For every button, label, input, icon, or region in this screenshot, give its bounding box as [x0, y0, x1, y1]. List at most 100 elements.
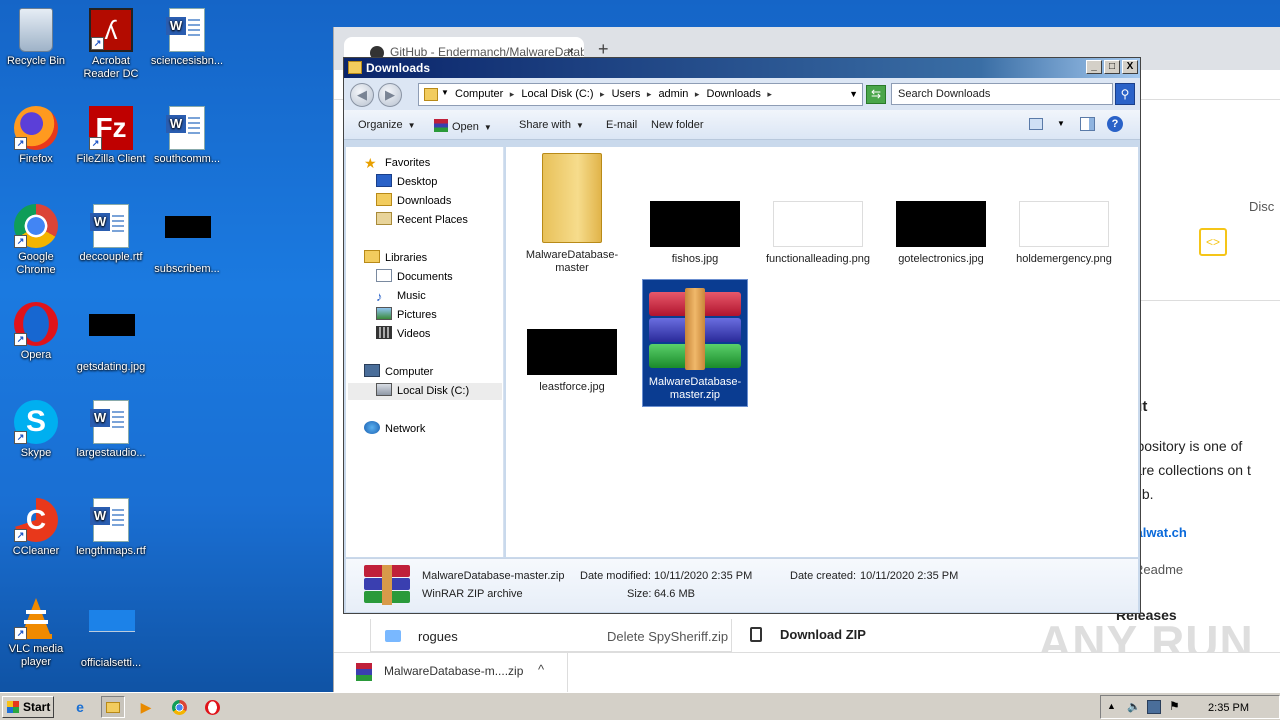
open-button[interactable]: Open ▼	[434, 119, 492, 133]
internet-explorer-icon[interactable]: e	[68, 696, 92, 718]
minimize-button[interactable]: _	[1086, 60, 1102, 74]
nav-music[interactable]: ♪ Music	[376, 288, 426, 305]
new-folder-button[interactable]: New folder	[651, 119, 704, 131]
explorer-taskbar-icon[interactable]	[101, 696, 125, 718]
file-item-leastforce[interactable]: leastforce.jpg	[520, 329, 624, 394]
nav-recent-places[interactable]: Recent Places	[376, 212, 468, 229]
readme-link[interactable]: Readme	[1134, 562, 1183, 577]
file-item-holdemergency[interactable]: holdemergency.png	[1012, 201, 1116, 266]
breadcrumb-local-disk[interactable]: Local Disk (C:)	[521, 88, 604, 100]
word-document-icon	[166, 106, 205, 150]
action-center-icon[interactable]: ⚑	[1169, 699, 1180, 713]
black-image-icon	[89, 314, 135, 336]
word-document-icon	[90, 498, 129, 542]
forward-button[interactable]: ▶	[378, 83, 402, 107]
shortcut-arrow-icon: ↗	[14, 333, 27, 346]
download-zip-item[interactable]: Download ZIP	[732, 619, 932, 652]
desktop-icon-officialsetti[interactable]: officialsetti...	[73, 596, 149, 670]
nav-desktop[interactable]: Desktop	[376, 174, 437, 191]
breadcrumb-downloads[interactable]: Downloads	[707, 88, 772, 100]
network-icon	[364, 421, 380, 434]
desktop-icon-filezilla[interactable]: Fz ↗ FileZilla Client	[73, 106, 149, 166]
nav-libraries[interactable]: Libraries	[364, 250, 427, 267]
desktop-icon-opera[interactable]: ↗ Opera	[0, 302, 74, 362]
address-bar[interactable]: ▼ Computer Local Disk (C:) Users admin D…	[418, 83, 863, 106]
desktop-icon-sciencesisbn[interactable]: sciencesisbn...	[149, 8, 225, 68]
explorer-window: Downloads _ □ X ◀ ▶ ▼ Computer Local Dis…	[343, 57, 1141, 614]
breadcrumb-users[interactable]: Users	[612, 88, 652, 100]
desktop-icon-skype[interactable]: S ↗ Skype	[0, 400, 74, 460]
chevron-up-icon[interactable]: ^	[538, 662, 544, 677]
details-date-created-label: Date created:	[790, 570, 857, 582]
download-item[interactable]: MalwareDatabase-m....zip ^	[334, 653, 568, 692]
media-player-icon[interactable]: ▶	[134, 696, 158, 718]
opera-taskbar-icon[interactable]	[200, 696, 224, 718]
desktop-icon-acrobat[interactable]: ʎ ↗ Acrobat Reader DC	[73, 8, 149, 81]
email-button[interactable]: E-mail	[606, 119, 637, 131]
desktop-icon-vlc[interactable]: ↗ VLC media player	[0, 596, 74, 669]
desktop-icon-chrome[interactable]: ↗ Google Chrome	[0, 204, 74, 277]
desktop-icon-firefox[interactable]: ↗ Firefox	[0, 106, 74, 166]
opera-icon: ↗	[14, 302, 58, 346]
close-button[interactable]: X	[1122, 60, 1138, 74]
taskbar: Start e ▶ ▲ 🔈 ⚑ 2:35 PM	[0, 692, 1280, 720]
breadcrumb-admin[interactable]: admin	[658, 88, 699, 100]
tab-close-icon[interactable]: ×	[567, 44, 574, 58]
desktop-icon-getsdating[interactable]: getsdating.jpg	[73, 302, 149, 374]
nav-documents[interactable]: Documents	[376, 269, 453, 286]
nav-pictures[interactable]: Pictures	[376, 307, 437, 324]
clock[interactable]: 2:35 PM	[1208, 702, 1249, 714]
nav-favorites[interactable]: ★ Favorites	[364, 155, 430, 172]
details-date-created: 10/11/2020 2:35 PM	[860, 570, 959, 582]
file-item-fishos[interactable]: fishos.jpg	[643, 201, 747, 266]
address-history-chevron-icon[interactable]: ▼	[849, 89, 858, 99]
nav-network[interactable]: Network	[364, 421, 425, 438]
details-date-modified-label: Date modified:	[580, 570, 651, 582]
file-item-functionalleading[interactable]: functionalleading.png	[766, 201, 870, 266]
desktop-icon-subscribem[interactable]: subscribem...	[149, 204, 225, 276]
image-thumbnail	[896, 201, 986, 247]
maximize-button[interactable]: □	[1104, 60, 1120, 74]
details-size: 64.6 MB	[654, 588, 695, 600]
volume-icon[interactable]: 🔈	[1127, 700, 1141, 713]
breadcrumb-computer[interactable]: Computer	[455, 88, 514, 100]
desktop-icon-largestaudio[interactable]: largestaudio...	[73, 400, 149, 460]
file-item-folder[interactable]: MalwareDatabase-master	[520, 153, 624, 275]
explorer-title-bar[interactable]: Downloads _ □ X	[344, 58, 1140, 78]
back-button[interactable]: ◀	[350, 83, 374, 107]
file-item-gotelectronics[interactable]: gotelectronics.jpg	[889, 201, 993, 266]
preview-pane-icon[interactable]	[1080, 117, 1095, 131]
music-icon: ♪	[376, 289, 383, 304]
search-input[interactable]: Search Downloads	[891, 83, 1113, 105]
file-item-zip-selected[interactable]: MalwareDatabase-master.zip	[642, 279, 748, 407]
nav-downloads[interactable]: Downloads	[376, 193, 451, 210]
folder-link-rogues[interactable]: rogues	[418, 629, 458, 644]
network-tray-icon[interactable]	[1147, 700, 1161, 714]
chrome-icon: ↗	[14, 204, 58, 248]
help-icon[interactable]: ?	[1107, 116, 1123, 132]
nav-local-disk[interactable]: Local Disk (C:)	[348, 383, 502, 400]
desktop-icon-recycle-bin[interactable]: Recycle Bin	[0, 8, 74, 68]
search-icon[interactable]: ⚲	[1115, 83, 1135, 105]
desktop-icon-southcomm[interactable]: southcomm...	[149, 106, 225, 166]
breadcrumb-dropdown-icon[interactable]: ▼	[441, 88, 449, 97]
nav-computer[interactable]: Computer	[364, 364, 433, 381]
tray-expand-icon[interactable]: ▲	[1107, 701, 1116, 711]
nav-videos[interactable]: Videos	[376, 326, 430, 343]
desktop-icon-lengthmaps[interactable]: lengthmaps.rtf	[73, 498, 149, 558]
chrome-taskbar-icon[interactable]	[167, 696, 191, 718]
start-button[interactable]: Start	[2, 696, 54, 718]
system-tray: ▲ 🔈 ⚑ 2:35 PM	[1100, 695, 1280, 719]
refresh-button[interactable]: ⇆	[866, 85, 886, 104]
winrar-archive-icon	[649, 286, 741, 370]
view-options-icon[interactable]	[1029, 118, 1043, 130]
share-with-menu[interactable]: Share with ▼	[519, 119, 584, 131]
organize-menu[interactable]: Organize ▼	[358, 119, 416, 131]
desktop-icon-ccleaner[interactable]: C ↗ CCleaner	[0, 498, 74, 558]
view-options-chevron-icon[interactable]: ▼	[1057, 119, 1065, 128]
repo-about-panel: <> Disc out repository is one of ware co…	[1122, 142, 1280, 577]
image-thumbnail	[1019, 201, 1109, 247]
commit-message[interactable]: Delete SpySheriff.zip	[607, 629, 728, 644]
desktop-icon-deccouple[interactable]: deccouple.rtf	[73, 204, 149, 264]
details-date-modified: 10/11/2020 2:35 PM	[654, 570, 753, 582]
